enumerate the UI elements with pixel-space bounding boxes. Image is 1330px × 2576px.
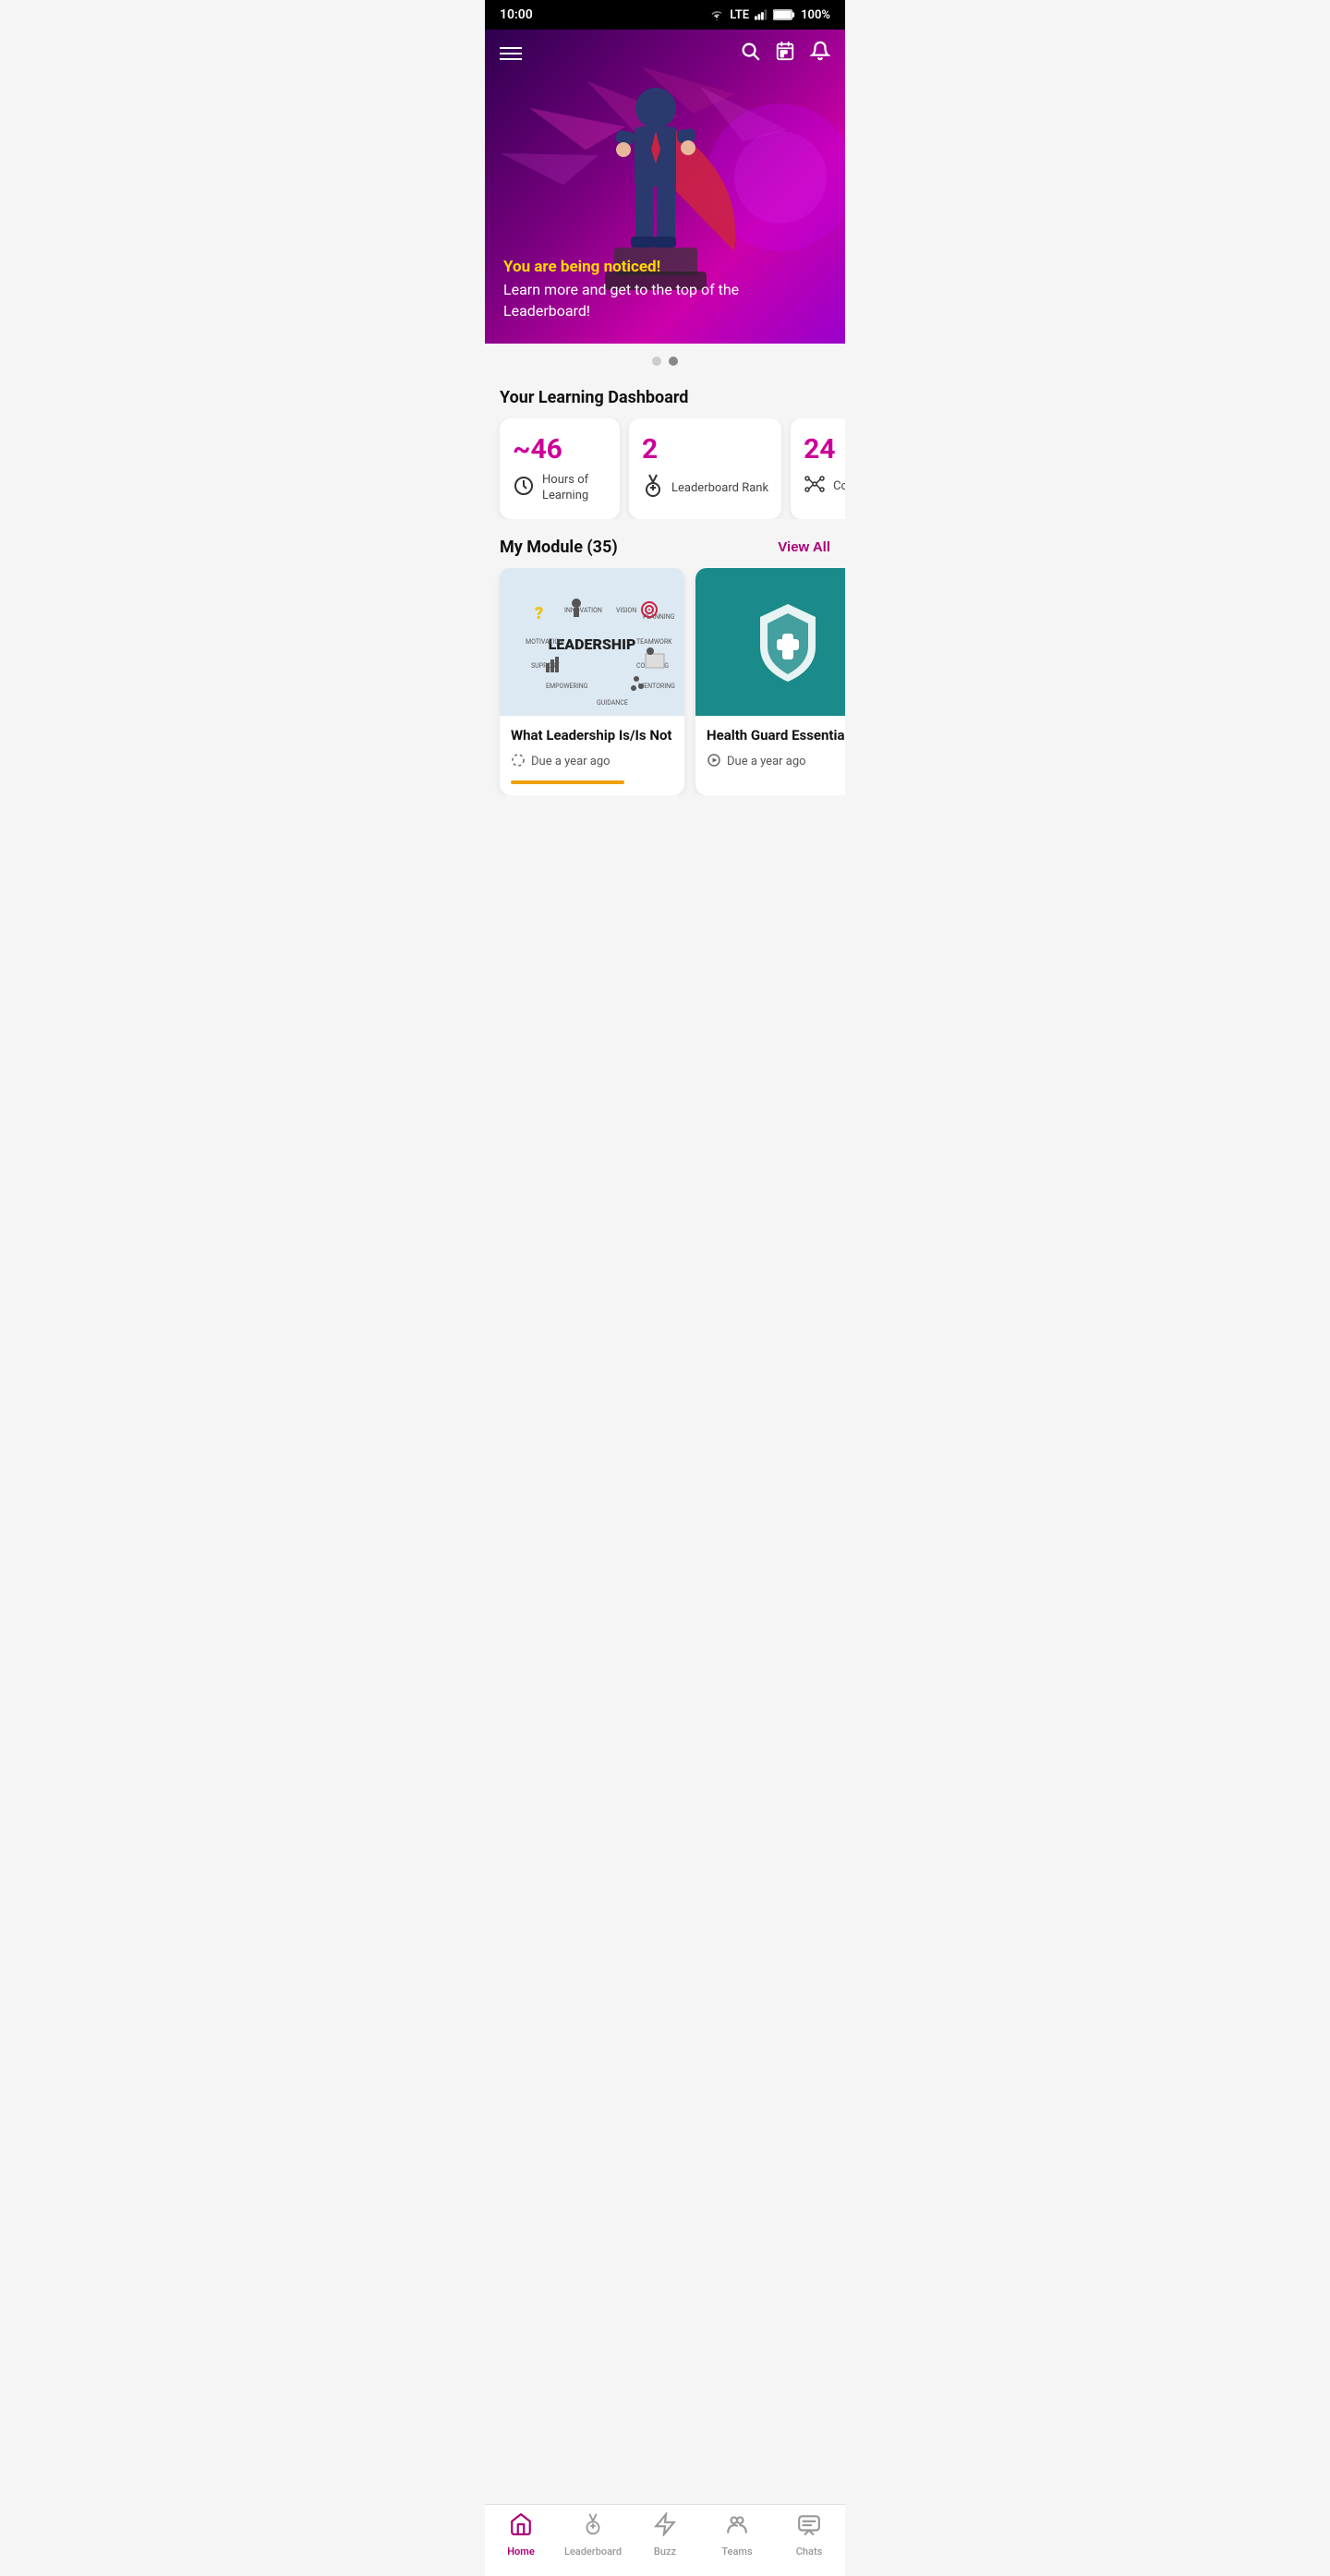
stat-value-courses: 24 — [804, 433, 835, 466]
network-icon — [804, 473, 826, 501]
dashboard-title: Your Learning Dashboard — [485, 379, 845, 418]
main-content: Your Learning Dashboard ~46 Hours ofLear… — [485, 379, 845, 869]
chats-icon — [797, 2512, 821, 2542]
stat-label-rank: Leaderboard Rank — [671, 481, 768, 497]
stat-label-hours: Hours ofLearning — [542, 473, 588, 504]
svg-text:?: ? — [535, 604, 543, 623]
view-all-button[interactable]: View All — [778, 539, 830, 555]
dot-1[interactable] — [652, 357, 661, 366]
nav-label-chats: Chats — [796, 2546, 823, 2558]
svg-text:TEAMWORK: TEAMWORK — [636, 638, 672, 646]
teams-icon — [725, 2512, 749, 2542]
svg-text:INNOVATION: INNOVATION — [564, 607, 602, 614]
shield-icon — [751, 600, 825, 683]
stat-label-courses: Courses Enrolled — [833, 479, 845, 495]
stat-value-hours: ~46 — [513, 433, 562, 466]
svg-text:MENTORING: MENTORING — [638, 683, 675, 690]
module-card-leadership[interactable]: LEADERSHIP ? INNOVATION VISION PLANNING … — [500, 568, 684, 795]
health-guard-card-image — [695, 568, 845, 716]
module-cards-row: LEADERSHIP ? INNOVATION VISION PLANNING … — [485, 568, 845, 795]
hero-nav — [485, 30, 845, 78]
stat-card-rank: 2 Leaderboard Rank — [629, 418, 781, 519]
status-right: LTE 100% — [709, 8, 830, 22]
module-card-health[interactable]: Health Guard Essentials Due a year ago — [695, 568, 845, 795]
battery-icon — [773, 9, 795, 20]
search-button[interactable] — [740, 41, 760, 67]
health-card-body: Health Guard Essentials Due a year ago — [695, 716, 845, 782]
dot-2[interactable] — [669, 357, 678, 366]
leaderboard-icon — [581, 2512, 605, 2542]
stats-row: ~46 Hours ofLearning 2 — [485, 418, 845, 519]
svg-text:MOTIVATION: MOTIVATION — [526, 638, 563, 646]
leadership-card-image: LEADERSHIP ? INNOVATION VISION PLANNING … — [500, 568, 684, 716]
hero-action-icons — [740, 41, 830, 67]
lte-label: LTE — [730, 8, 749, 22]
hamburger-menu[interactable] — [500, 47, 522, 60]
notification-button[interactable] — [810, 41, 830, 67]
nav-item-teams[interactable]: Teams — [701, 2512, 773, 2558]
dashboard-section: Your Learning Dashboard ~46 Hours ofLear… — [485, 379, 845, 519]
leadership-svg: LEADERSHIP ? INNOVATION VISION PLANNING … — [500, 568, 684, 716]
hero-highlight: You are being noticed! — [503, 258, 827, 276]
progress-circle-icon — [511, 753, 526, 771]
svg-text:EMPOWERING: EMPOWERING — [546, 683, 588, 690]
wifi-icon — [709, 9, 724, 20]
health-card-title: Health Guard Essentials — [707, 727, 845, 745]
nav-label-leaderboard: Leaderboard — [564, 2546, 622, 2558]
leadership-due-text: Due a year ago — [531, 755, 611, 768]
stat-card-courses: 24 — [791, 418, 845, 519]
stat-value-rank: 2 — [642, 433, 658, 466]
nav-label-teams: Teams — [721, 2546, 752, 2558]
svg-text:GUIDANCE: GUIDANCE — [597, 699, 628, 707]
nav-label-buzz: Buzz — [654, 2546, 676, 2558]
stat-bottom-rank: Leaderboard Rank — [642, 473, 768, 504]
leadership-progress-bar — [511, 780, 624, 784]
battery-level: 100% — [801, 8, 830, 22]
hero-subtitle: Learn more and get to the top of the Lea… — [503, 280, 827, 321]
module-header: My Module (35) View All — [485, 519, 845, 568]
modules-section: My Module (35) View All LEADERSHIP ? — [485, 519, 845, 795]
calendar-button[interactable] — [775, 41, 795, 67]
stat-bottom-courses: Courses Enrolled — [804, 473, 845, 501]
signal-icon — [755, 9, 768, 20]
leadership-card-title: What Leadership Is/Is Not — [511, 727, 673, 745]
nav-item-chats[interactable]: Chats — [773, 2512, 845, 2558]
stat-card-hours: ~46 Hours ofLearning — [500, 418, 620, 519]
nav-item-buzz[interactable]: Buzz — [629, 2512, 701, 2558]
hero-banner: You are being noticed! Learn more and ge… — [485, 30, 845, 344]
bottom-nav: Home Leaderboard Buzz — [485, 2504, 845, 2576]
clock-icon — [513, 475, 535, 502]
health-card-due: Due a year ago — [707, 753, 845, 771]
nav-item-leaderboard[interactable]: Leaderboard — [557, 2512, 629, 2558]
buzz-icon — [653, 2512, 677, 2542]
hero-text: You are being noticed! Learn more and ge… — [485, 258, 845, 321]
status-time: 10:00 — [500, 7, 533, 22]
leadership-card-body: What Leadership Is/Is Not Due a year ago — [500, 716, 684, 795]
home-icon — [509, 2512, 533, 2542]
svg-text:VISION: VISION — [616, 607, 636, 614]
status-bar: 10:00 LTE 100% — [485, 0, 845, 30]
module-section-title: My Module (35) — [500, 538, 618, 557]
nav-item-home[interactable]: Home — [485, 2512, 557, 2558]
play-icon — [707, 753, 721, 771]
nav-label-home: Home — [507, 2546, 535, 2558]
leadership-card-due: Due a year ago — [511, 753, 673, 771]
health-due-text: Due a year ago — [727, 755, 806, 768]
stat-bottom-hours: Hours ofLearning — [513, 473, 588, 504]
medal-icon-stat — [642, 473, 664, 504]
carousel-dots — [485, 344, 845, 379]
